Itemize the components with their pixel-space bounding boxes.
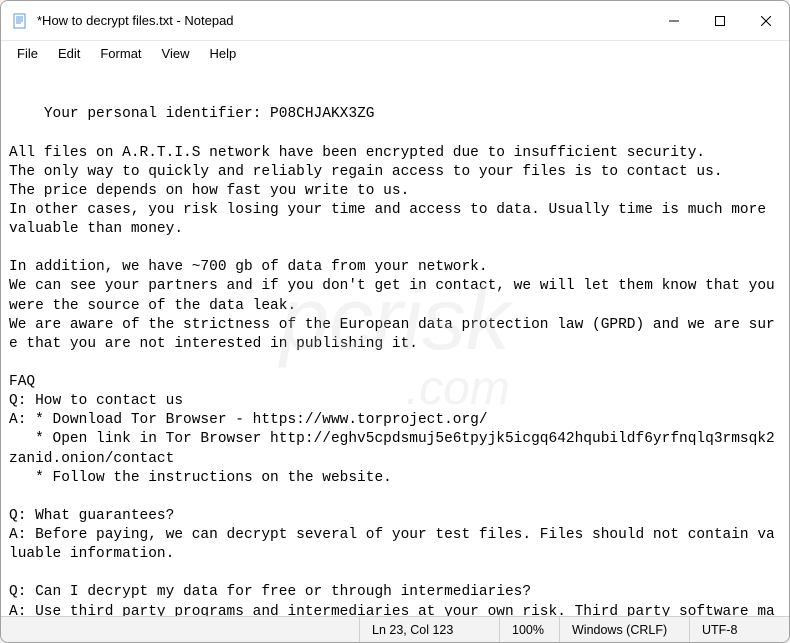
window-controls — [651, 1, 789, 40]
close-button[interactable] — [743, 1, 789, 40]
menubar: File Edit Format View Help — [1, 41, 789, 65]
statusbar: Ln 23, Col 123 100% Windows (CRLF) UTF-8 — [1, 616, 789, 642]
menu-help[interactable]: Help — [199, 44, 246, 63]
minimize-button[interactable] — [651, 1, 697, 40]
status-eol: Windows (CRLF) — [559, 617, 689, 642]
status-position: Ln 23, Col 123 — [359, 617, 499, 642]
menu-view[interactable]: View — [152, 44, 200, 63]
notepad-icon — [11, 12, 29, 30]
menu-format[interactable]: Format — [90, 44, 151, 63]
document-text: Your personal identifier: P08CHJAKX3ZG A… — [9, 106, 783, 616]
status-encoding: UTF-8 — [689, 617, 789, 642]
text-area[interactable]: pcrisk.com Your personal identifier: P08… — [1, 65, 789, 616]
window-title: *How to decrypt files.txt - Notepad — [37, 13, 651, 28]
status-zoom: 100% — [499, 617, 559, 642]
menu-file[interactable]: File — [7, 44, 48, 63]
titlebar[interactable]: *How to decrypt files.txt - Notepad — [1, 1, 789, 41]
menu-edit[interactable]: Edit — [48, 44, 90, 63]
notepad-window: *How to decrypt files.txt - Notepad File… — [0, 0, 790, 643]
maximize-button[interactable] — [697, 1, 743, 40]
